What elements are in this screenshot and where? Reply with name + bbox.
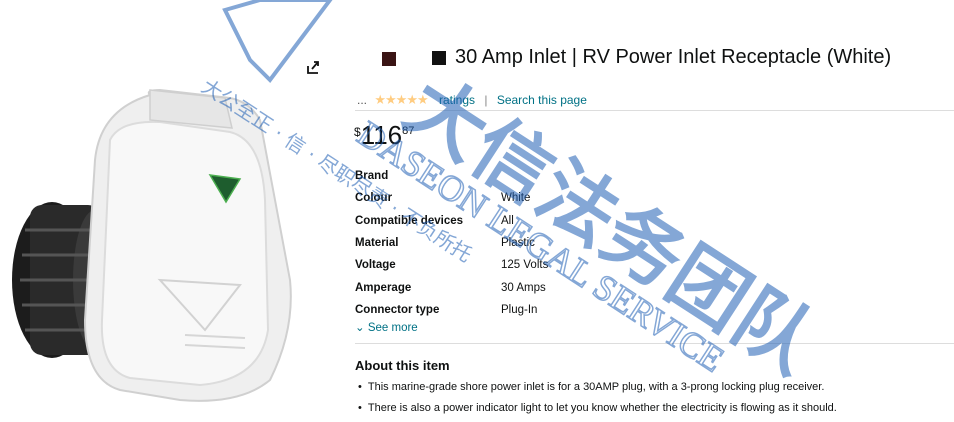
price: $11687 — [354, 120, 414, 151]
spec-value: Plastic — [501, 237, 535, 250]
share-icon[interactable] — [305, 58, 323, 76]
see-more-label: See more — [367, 322, 418, 334]
product-title: 30 Amp Inlet | RV Power Inlet Receptacle… — [432, 46, 891, 69]
inlet-housing — [83, 88, 292, 402]
spec-row: Compatible devices All — [355, 210, 548, 232]
ratings-link[interactable]: ratings — [439, 93, 475, 107]
feature-bullets: This marine-grade shore power inlet is f… — [358, 380, 837, 422]
spec-key: Colour — [355, 192, 393, 205]
spec-value: 125 Volts — [501, 259, 549, 272]
spec-row: Voltage 125 Volts — [355, 254, 548, 276]
spec-row: Connector type Plug-In — [355, 299, 548, 321]
ratings-separator: | — [484, 93, 488, 107]
about-this-item-heading: About this item — [355, 358, 450, 373]
spec-key: Material — [355, 237, 399, 250]
chevron-down-icon: ⌄ — [355, 322, 365, 334]
title-square-icon — [432, 50, 446, 65]
spec-key: Amperage — [355, 281, 412, 294]
ratings-ellipsis: ... — [357, 93, 368, 107]
spec-value: 30 Amps — [501, 281, 546, 294]
spec-row: Material Plastic — [355, 232, 548, 254]
color-swatch[interactable] — [382, 52, 396, 66]
list-item: This marine-grade shore power inlet is f… — [358, 380, 837, 401]
spec-table: Brand Colour White Compatible devices Al… — [355, 165, 548, 321]
search-this-page-link[interactable]: Search this page — [497, 93, 587, 107]
spec-key: Brand — [355, 170, 389, 183]
star-rating-icon[interactable]: ★★★★★ — [374, 92, 428, 107]
spec-value: All — [501, 214, 514, 227]
product-image — [12, 88, 292, 402]
list-item: There is also a power indicator light to… — [358, 401, 837, 422]
price-whole: 116 — [360, 120, 403, 150]
spec-row: Amperage 30 Amps — [355, 276, 548, 298]
ratings-row: ... ★★★★★ ratings | Search this page — [357, 92, 587, 108]
price-currency: $ — [354, 125, 361, 139]
price-fraction: 87 — [402, 125, 415, 137]
product-title-text: 30 Amp Inlet | RV Power Inlet Receptacle… — [455, 46, 892, 68]
see-more-link[interactable]: ⌄ See more — [355, 320, 418, 334]
divider — [355, 110, 954, 111]
spec-key: Voltage — [355, 259, 396, 272]
spec-row: Brand — [355, 165, 548, 187]
spec-key: Connector type — [355, 303, 440, 316]
divider — [355, 343, 954, 344]
spec-value: Plug-In — [501, 303, 538, 316]
spec-row: Colour White — [355, 187, 548, 209]
spec-key: Compatible devices — [355, 214, 464, 227]
spec-value: White — [501, 192, 531, 205]
